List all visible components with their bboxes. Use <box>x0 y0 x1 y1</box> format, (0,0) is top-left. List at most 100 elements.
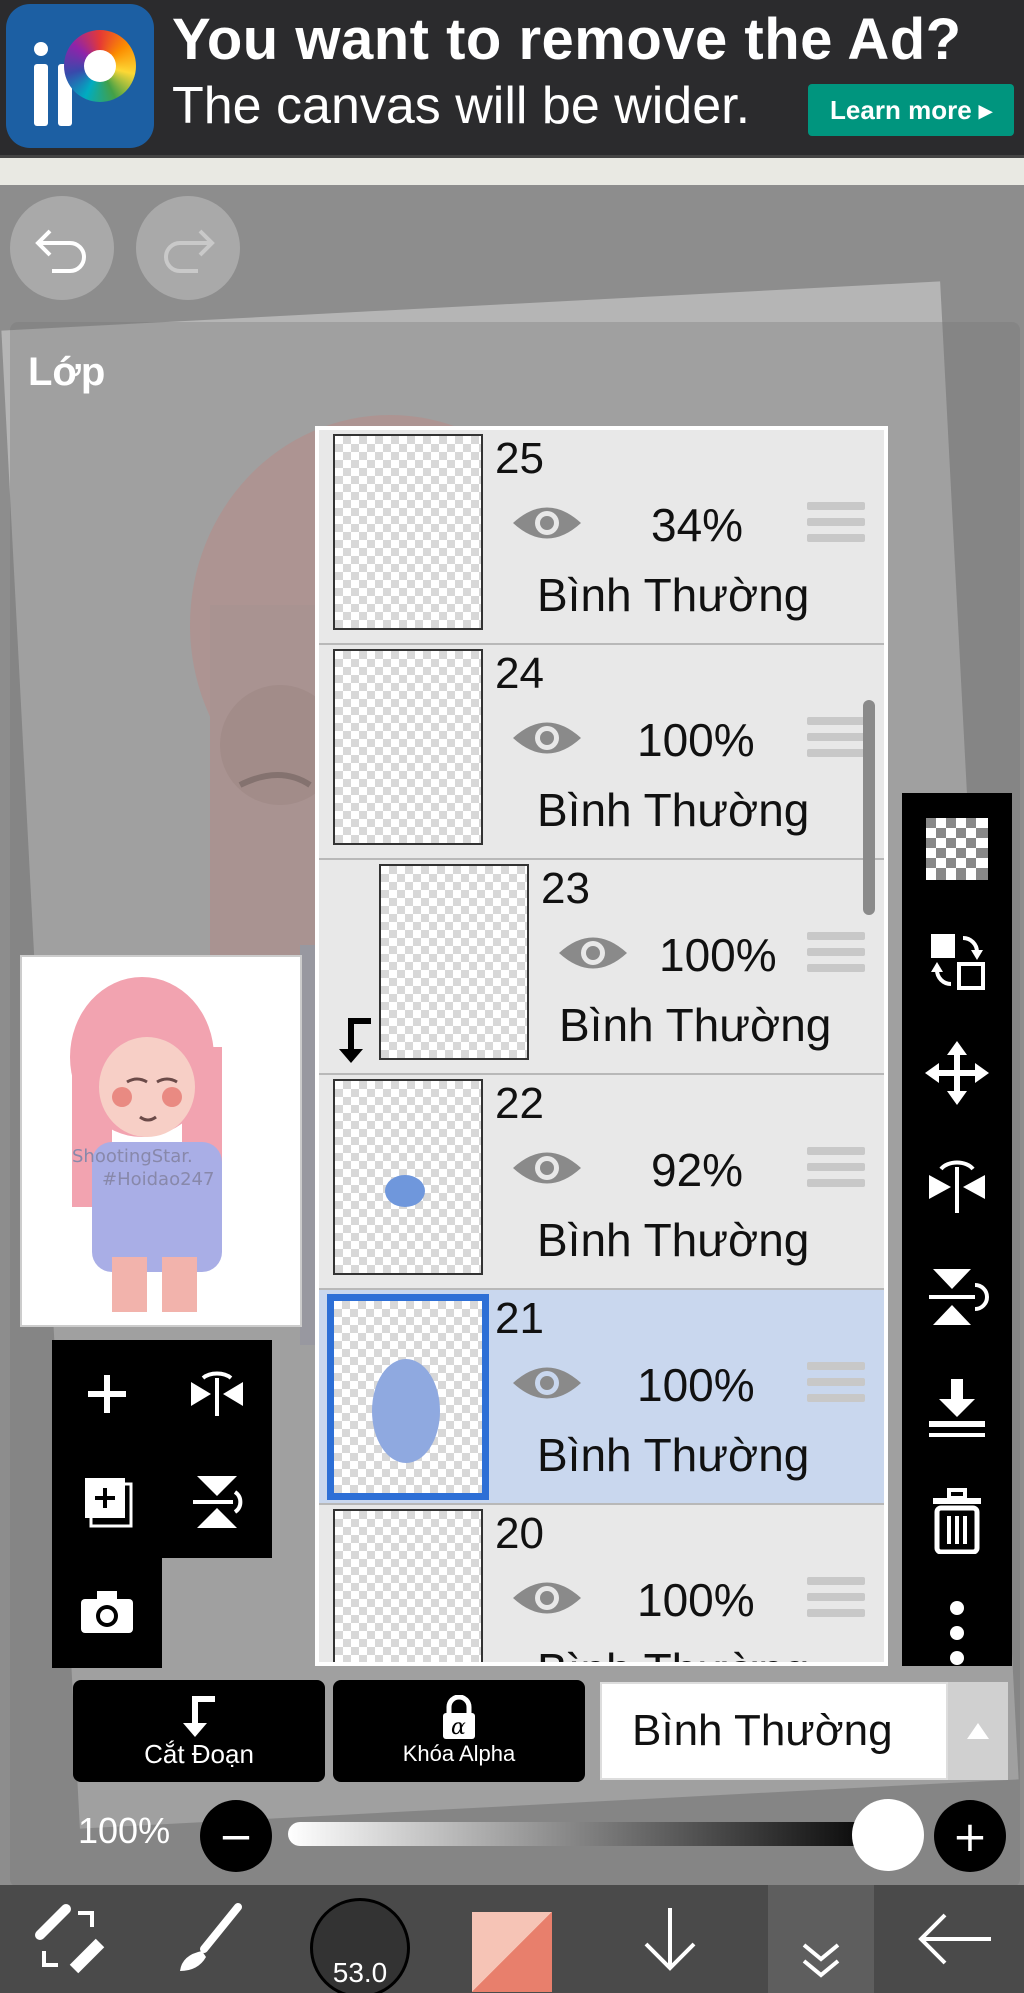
arrow-left-icon <box>918 1913 991 1965</box>
undo-button[interactable] <box>10 196 114 300</box>
alpha-lock-button[interactable]: α Khóa Alpha <box>333 1680 585 1782</box>
brush-eraser-swap-icon <box>35 1904 105 1974</box>
canvas-preview[interactable]: ShootingStar. #Hoidao247 <box>20 955 302 1327</box>
layer-row[interactable]: 25 34% Bình Thường <box>319 430 884 645</box>
redo-button[interactable] <box>136 196 240 300</box>
duplicate-layer-button[interactable] <box>52 1448 162 1556</box>
layer-blend-mode: Bình Thường <box>537 1429 810 1481</box>
ad-banner[interactable]: You want to remove the Ad? The canvas wi… <box>0 0 1024 155</box>
layer-number: 23 <box>541 864 590 913</box>
svg-text:α: α <box>451 1715 466 1740</box>
redo-icon <box>164 229 215 273</box>
drag-handle-icon[interactable] <box>807 502 865 548</box>
learn-more-button[interactable]: Learn more ▸ <box>808 84 1014 136</box>
flip-layer-horizontal-button[interactable] <box>162 1340 272 1448</box>
more-vertical-icon <box>950 1601 964 1665</box>
move-icon <box>925 1041 989 1105</box>
flip-horizontal-icon <box>191 1371 243 1416</box>
tool-select-button[interactable] <box>20 1885 120 1993</box>
clipping-arrow-icon <box>339 1018 371 1063</box>
opacity-decrease-button[interactable]: − <box>200 1800 272 1872</box>
drag-handle-icon[interactable] <box>807 932 865 978</box>
merge-down-button[interactable] <box>902 1353 1012 1465</box>
merge-down-icon <box>929 1379 985 1437</box>
drag-handle-icon[interactable] <box>807 1362 865 1408</box>
layer-blend-mode: Bình Thường <box>537 1214 810 1266</box>
divider <box>0 155 1024 185</box>
drag-handle-icon[interactable] <box>807 717 865 763</box>
watermark-line2: #Hoidao247 <box>102 1169 214 1190</box>
left-toolbox <box>52 1340 272 1558</box>
flip-horizontal-button[interactable] <box>902 1129 1012 1241</box>
layer-row[interactable]: 24 100% Bình Thường <box>319 645 884 860</box>
opacity-slider[interactable] <box>288 1822 888 1846</box>
brush-tool-button[interactable] <box>160 1885 260 1993</box>
flip-vertical-icon <box>193 1476 243 1528</box>
flip-horizontal-icon <box>929 1160 985 1213</box>
layer-blend-mode: Bình Thường <box>537 784 810 836</box>
layer-opacity: 100% <box>637 1574 755 1626</box>
color-swatch[interactable] <box>472 1912 552 1992</box>
ibispaint-logo-icon <box>6 4 154 148</box>
transparent-fill-button[interactable] <box>902 793 1012 905</box>
swap-layer-icon <box>931 934 985 990</box>
expand-panel-button[interactable] <box>768 1885 874 1993</box>
more-options-button[interactable] <box>902 1577 1012 1689</box>
camera-icon <box>81 1591 133 1633</box>
layer-opacity: 100% <box>637 714 755 766</box>
eye-icon[interactable] <box>555 928 631 978</box>
duplicate-layer-icon <box>85 1478 133 1528</box>
opacity-label: 100% <box>78 1810 171 1851</box>
eye-icon[interactable] <box>509 713 585 763</box>
clipping-label: Cắt Đoạn <box>144 1738 254 1769</box>
layer-blend-mode: Bình Thường <box>537 569 810 621</box>
plus-icon <box>88 1375 126 1413</box>
eye-icon[interactable] <box>509 1358 585 1408</box>
opacity-increase-button[interactable]: + <box>934 1800 1006 1872</box>
layer-thumbnail <box>327 1294 489 1500</box>
eye-icon[interactable] <box>509 1143 585 1193</box>
right-toolbox <box>902 793 1012 1666</box>
delete-layer-button[interactable] <box>902 1465 1012 1577</box>
double-chevron-down-icon <box>802 1943 840 1978</box>
alpha-lock-label: Khóa Alpha <box>402 1741 516 1766</box>
layer-list-scrollbar[interactable] <box>863 700 875 915</box>
layer-list[interactable]: 25 34% Bình Thường 24 100% Bình Thường 2… <box>315 426 888 1666</box>
left-toolbox-extra <box>52 1558 162 1668</box>
layer-row[interactable]: 23 100% Bình Thường <box>319 860 884 1075</box>
arrow-down-icon <box>644 1908 696 1971</box>
layer-number: 22 <box>495 1079 544 1128</box>
clipping-button[interactable]: Cắt Đoạn <box>73 1680 325 1782</box>
layer-number: 24 <box>495 649 544 698</box>
layer-blend-mode: Bình Thường <box>537 1643 809 1662</box>
back-button[interactable] <box>900 1885 1010 1993</box>
move-layer-button[interactable] <box>902 1017 1012 1129</box>
drag-handle-icon[interactable] <box>807 1147 865 1193</box>
eye-icon[interactable] <box>509 1573 585 1623</box>
swap-layer-button[interactable] <box>902 905 1012 1017</box>
eye-icon[interactable] <box>509 498 585 548</box>
blend-mode-select[interactable]: Bình Thường <box>600 1682 948 1780</box>
chevron-up-icon <box>967 1723 989 1739</box>
brush-size-button[interactable]: 53.0 <box>310 1898 410 1993</box>
layer-row[interactable]: 22 92% Bình Thường <box>319 1075 884 1290</box>
merge-down-toolbar-button[interactable] <box>620 1885 720 1993</box>
preview-drawing: ShootingStar. #Hoidao247 <box>70 977 222 1312</box>
clipping-arrow-icon <box>183 1695 215 1737</box>
ad-subtitle: The canvas will be wider. <box>172 77 751 135</box>
add-layer-button[interactable] <box>52 1340 162 1448</box>
layer-number: 25 <box>495 434 544 483</box>
layer-row[interactable]: 20 100% Bình Thường <box>319 1505 884 1662</box>
drag-handle-icon[interactable] <box>807 1577 865 1623</box>
layer-opacity: 100% <box>659 929 777 981</box>
layer-thumbnail <box>333 1079 483 1275</box>
layer-number: 21 <box>495 1294 544 1343</box>
flip-vertical-button[interactable] <box>902 1241 1012 1353</box>
layer-row-selected[interactable]: 21 100% Bình Thường <box>319 1290 884 1505</box>
layer-opacity: 100% <box>637 1359 755 1411</box>
blend-mode-dropdown-button[interactable] <box>948 1682 1008 1780</box>
flip-layer-vertical-button[interactable] <box>162 1448 272 1556</box>
opacity-slider-handle[interactable] <box>852 1799 924 1871</box>
camera-button[interactable] <box>52 1558 162 1666</box>
layer-panel-title: Lớp <box>28 350 106 394</box>
